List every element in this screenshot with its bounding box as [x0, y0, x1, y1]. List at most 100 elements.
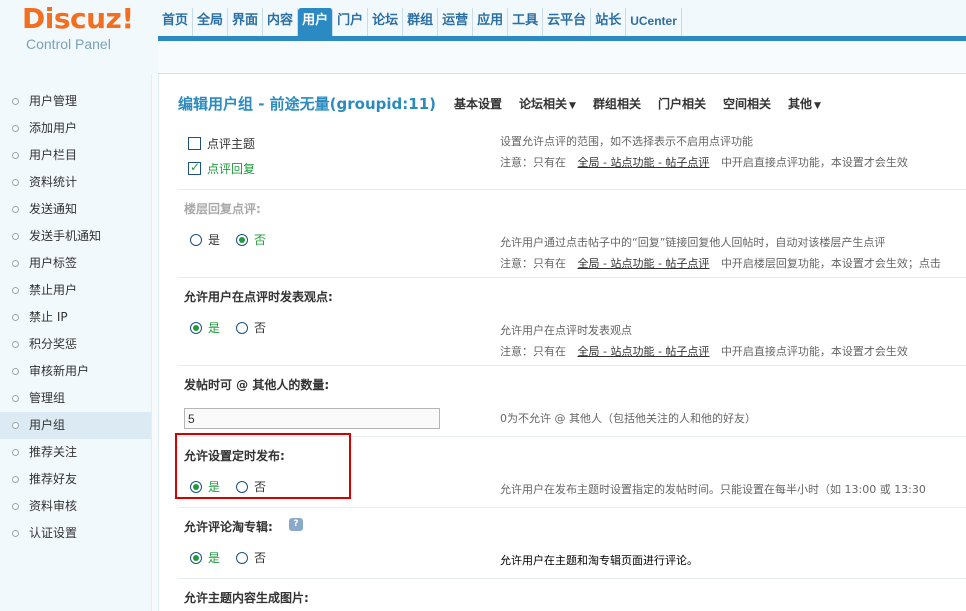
album-comment-yes[interactable]: 是	[190, 549, 234, 566]
nav-ucenter[interactable]: UCenter	[626, 8, 682, 36]
tab-other[interactable]: 其他 ▼	[788, 95, 821, 112]
bullet-icon	[12, 287, 19, 294]
floor-reply-link[interactable]: 全局 - 站点功能 - 帖子点评	[578, 257, 710, 270]
comment-opinion-note: 注意：只有在 全局 - 站点功能 - 帖子点评 中开启直接点评功能，本设置才会生…	[500, 345, 908, 358]
floor-reply-yes[interactable]: 是	[190, 231, 234, 248]
sidebar-item-send-notice[interactable]: 发送通知	[0, 196, 151, 223]
sidebar-item-send-sms[interactable]: 发送手机通知	[0, 223, 151, 250]
sidebar-item-admin-groups[interactable]: 管理组	[0, 385, 151, 412]
nav-webmaster[interactable]: 站长	[591, 8, 627, 36]
sidebar-item-profile-review[interactable]: 资料审核	[0, 493, 151, 520]
help-icon[interactable]: ?	[289, 518, 303, 531]
logo[interactable]: Discuz! Control Panel	[0, 0, 152, 68]
header-strip	[158, 41, 966, 74]
sidebar-item-credits[interactable]: 积分奖惩	[0, 331, 151, 358]
bullet-icon	[12, 368, 19, 375]
nav-global[interactable]: 全局	[193, 8, 229, 36]
checkbox-comment-thread[interactable]: 点评主题	[188, 135, 269, 152]
bullet-icon	[12, 260, 19, 267]
checkbox-comment-reply[interactable]: 点评回复	[188, 160, 269, 177]
nav-operations[interactable]: 运营	[438, 8, 474, 36]
sidebar-item-user-tags[interactable]: 用户标签	[0, 250, 151, 277]
comment-opinion-desc: 允许用户在点评时发表观点	[500, 324, 632, 337]
checkbox-icon	[188, 137, 201, 150]
tab-portal[interactable]: 门户相关	[658, 95, 706, 112]
divider	[178, 365, 966, 366]
album-comment-label: 允许评论淘专辑:	[184, 520, 273, 534]
bullet-icon	[12, 476, 19, 483]
tab-group[interactable]: 群组相关	[593, 95, 641, 112]
content-image-label: 允许主题内容生成图片:	[184, 591, 309, 605]
logo-brand: Discuz!	[22, 2, 134, 35]
bullet-icon	[12, 98, 19, 105]
sidebar-item-recommend-follow[interactable]: 推荐关注	[0, 439, 151, 466]
nav-apps[interactable]: 应用	[473, 8, 509, 36]
divider	[178, 578, 966, 579]
comment-scope-desc: 设置允许点评的范围，如不选择表示不启用点评功能	[500, 135, 753, 148]
divider	[178, 507, 966, 508]
floor-reply-no[interactable]: 否	[236, 231, 280, 248]
nav-groups[interactable]: 群组	[403, 8, 439, 36]
bullet-icon	[12, 503, 19, 510]
bullet-icon	[12, 206, 19, 213]
page-title: 编辑用户组 - 前途无量(groupid:11)	[178, 94, 436, 113]
mention-count-label: 发帖时可 @ 其他人的数量:	[184, 378, 330, 392]
header: Discuz! Control Panel 首页 全局 界面 内容 用户 门户 …	[0, 0, 966, 74]
scheduled-post-no[interactable]: 否	[236, 478, 280, 495]
sidebar-item-ban-ip[interactable]: 禁止 IP	[0, 304, 151, 331]
sidebar-item-user-groups[interactable]: 用户组	[0, 412, 151, 439]
sidebar-item-profile-stats[interactable]: 资料统计	[0, 169, 151, 196]
radio-selected-icon	[236, 233, 248, 246]
sidebar-item-ban-user[interactable]: 禁止用户	[0, 277, 151, 304]
nav-portal[interactable]: 门户	[333, 8, 369, 36]
scheduled-post-label: 允许设置定时发布:	[184, 449, 285, 463]
top-nav: 首页 全局 界面 内容 用户 门户 论坛 群组 运营 应用 工具 云平台 站长 …	[158, 8, 682, 36]
bullet-icon	[12, 530, 19, 537]
main-content: 编辑用户组 - 前途无量(groupid:11) 基本设置 论坛相关 ▼ 群组相关…	[160, 74, 966, 611]
comment-opinion-link[interactable]: 全局 - 站点功能 - 帖子点评	[578, 345, 710, 358]
album-comment-no[interactable]: 否	[236, 549, 280, 566]
radio-selected-icon	[190, 321, 202, 334]
floor-reply-desc: 允许用户通过点击帖子中的“回复”链接回复他人回帖时，自动对该楼层产生点评	[500, 236, 886, 249]
divider	[178, 189, 966, 190]
comment-opinion-label: 允许用户在点评时发表观点:	[184, 290, 333, 304]
chevron-down-icon: ▼	[569, 100, 576, 111]
nav-interface[interactable]: 界面	[228, 8, 264, 36]
nav-users[interactable]: 用户	[298, 8, 334, 36]
radio-icon	[236, 321, 248, 334]
tab-basic[interactable]: 基本设置	[454, 95, 502, 112]
nav-home[interactable]: 首页	[158, 8, 194, 36]
floor-reply-label: 楼层回复点评:	[184, 202, 261, 216]
sidebar-item-add-user[interactable]: 添加用户	[0, 115, 151, 142]
divider	[178, 277, 966, 278]
radio-selected-icon	[190, 480, 202, 493]
mention-count-input[interactable]	[184, 408, 440, 429]
chevron-down-icon: ▼	[814, 100, 821, 111]
nav-cloud[interactable]: 云平台	[543, 8, 592, 36]
bullet-icon	[12, 449, 19, 456]
nav-tools[interactable]: 工具	[508, 8, 544, 36]
sidebar-gutter	[152, 74, 159, 611]
sidebar-item-moderate-users[interactable]: 审核新用户	[0, 358, 151, 385]
sidebar-item-user-manage[interactable]: 用户管理	[0, 88, 151, 115]
sidebar-item-user-columns[interactable]: 用户栏目	[0, 142, 151, 169]
tab-space[interactable]: 空间相关	[723, 95, 771, 112]
sidebar-item-verification[interactable]: 认证设置	[0, 520, 151, 547]
comment-scope-link[interactable]: 全局 - 站点功能 - 帖子点评	[578, 156, 710, 169]
nav-forum[interactable]: 论坛	[368, 8, 404, 36]
comment-opinion-yes[interactable]: 是	[190, 319, 234, 336]
bullet-icon	[12, 341, 19, 348]
nav-content[interactable]: 内容	[263, 8, 299, 36]
bullet-icon	[12, 152, 19, 159]
radio-icon	[236, 480, 248, 493]
tab-forum[interactable]: 论坛相关 ▼	[519, 95, 576, 112]
sub-nav: 编辑用户组 - 前途无量(groupid:11) 基本设置 论坛相关 ▼ 群组相关…	[178, 92, 838, 114]
radio-icon	[236, 551, 248, 564]
scheduled-post-yes[interactable]: 是	[190, 478, 234, 495]
comment-scope-note: 注意：只有在 全局 - 站点功能 - 帖子点评 中开启直接点评功能，本设置才会生…	[500, 156, 908, 169]
sidebar-item-recommend-friends[interactable]: 推荐好友	[0, 466, 151, 493]
mention-count-desc: 0为不允许 @ 其他人（包括他关注的人和他的好友）	[500, 412, 756, 425]
bullet-icon	[12, 395, 19, 402]
album-comment-desc: 允许用户在主题和淘专辑页面进行评论。	[500, 554, 698, 567]
comment-opinion-no[interactable]: 否	[236, 319, 280, 336]
